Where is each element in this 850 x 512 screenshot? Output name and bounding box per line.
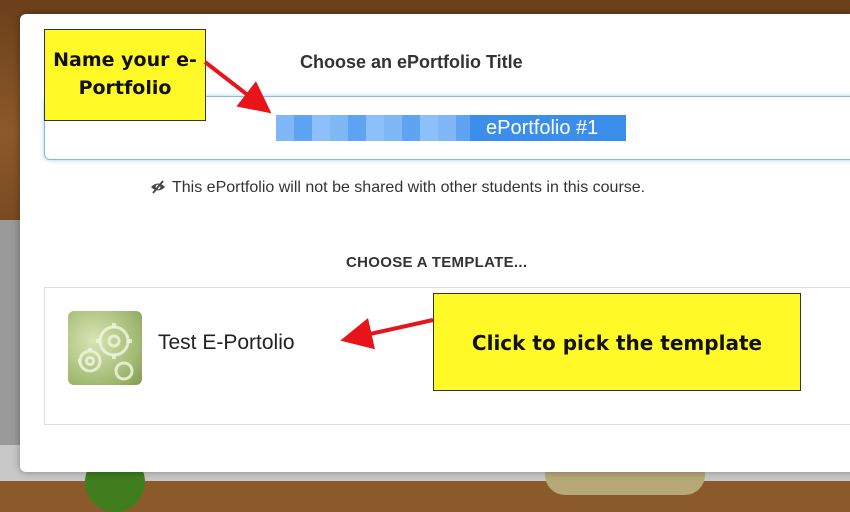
template-heading: CHOOSE A TEMPLATE... xyxy=(346,254,528,271)
annotation-name-line1: Name your e- xyxy=(53,49,197,71)
modal-title: Choose an ePortfolio Title xyxy=(300,52,523,72)
redacted-text xyxy=(276,115,470,141)
eportfolio-title-value[interactable]: ePortfolio #1 xyxy=(486,114,598,142)
template-label[interactable]: Test E-Portolio xyxy=(158,331,295,355)
gears-icon[interactable] xyxy=(68,311,142,385)
annotation-name-callout: Name your e- Portfolio xyxy=(44,29,206,121)
share-note: This ePortfolio will not be shared with … xyxy=(150,179,645,199)
annotation-name-line2: Portfolio xyxy=(78,77,172,99)
share-note-text: This ePortfolio will not be shared with … xyxy=(172,179,646,196)
annotation-pick-callout: Click to pick the template xyxy=(433,293,801,391)
eye-slash-icon xyxy=(150,180,166,199)
